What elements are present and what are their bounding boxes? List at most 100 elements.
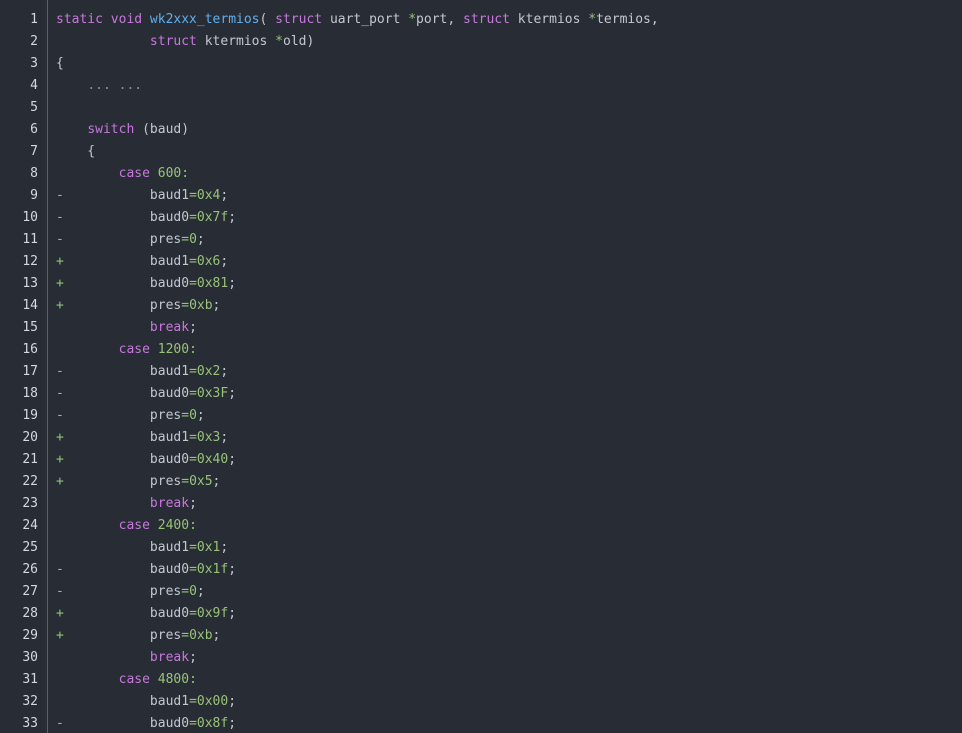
code-line[interactable]: 2 struct ktermios *old) — [0, 31, 962, 53]
code-token: baud0 — [63, 386, 190, 401]
line-number: 24 — [22, 518, 38, 533]
code-token: pres — [63, 298, 182, 313]
code-text: - pres=0; — [56, 581, 205, 603]
code-line[interactable]: 8 case 600: — [0, 163, 962, 185]
code-token: baud0 — [63, 716, 190, 731]
code-text: - pres=0; — [56, 229, 205, 251]
code-editor[interactable]: 1 static void wk2xxx_termios( struct uart… — [0, 0, 962, 733]
code-text: case 1200: — [56, 339, 197, 361]
code-line[interactable]: 12 + baud1=0x6; — [0, 251, 962, 273]
code-line[interactable]: 31 case 4800: — [0, 669, 962, 691]
line-number: 30 — [22, 650, 38, 665]
code-line[interactable]: 10 - baud0=0x7f; — [0, 207, 962, 229]
code-text: case 2400: — [56, 515, 197, 537]
code-line[interactable]: 15 break; — [0, 317, 962, 339]
code-token: ; — [196, 232, 205, 247]
code-text: + pres=0xb; — [56, 295, 220, 317]
code-token: = — [181, 628, 190, 643]
code-text: + baud1=0x6; — [56, 251, 228, 273]
code-token: = — [189, 364, 197, 379]
code-line[interactable]: 24 case 2400: — [0, 515, 962, 537]
code-line[interactable]: 19 - pres=0; — [0, 405, 962, 427]
code-token: * — [588, 12, 597, 27]
code-line[interactable]: 9 - baud1=0x4; — [0, 185, 962, 207]
line-number: 25 — [22, 540, 38, 555]
line-number: 19 — [22, 408, 38, 423]
code-token: baud1 — [63, 254, 190, 269]
code-token: 0x8f — [196, 716, 229, 731]
code-line[interactable]: 28 + baud0=0x9f; — [0, 603, 962, 625]
code-line[interactable]: 30 break; — [0, 647, 962, 669]
line-number: 9 — [30, 188, 38, 203]
code-line[interactable]: 26 - baud0=0x1f; — [0, 559, 962, 581]
code-line[interactable]: 1 static void wk2xxx_termios( struct uart… — [0, 9, 962, 31]
code-token: { — [56, 56, 64, 71]
code-line[interactable]: 22 + pres=0x5; — [0, 471, 962, 493]
code-line[interactable]: 20 + baud1=0x3; — [0, 427, 962, 449]
code-token: ; — [228, 606, 237, 621]
diff-marker: + — [56, 628, 64, 643]
code-token: : — [189, 342, 197, 357]
code-token: pres — [63, 232, 182, 247]
code-line[interactable]: 3{ — [0, 53, 962, 75]
code-text: + baud0=0x9f; — [56, 603, 236, 625]
line-number: 16 — [22, 342, 38, 357]
code-token: static void — [56, 12, 150, 27]
line-number: 33 — [22, 716, 38, 731]
code-line[interactable]: 7 { — [0, 141, 962, 163]
code-line[interactable]: 5 — [0, 97, 962, 119]
code-line[interactable]: 23 break; — [0, 493, 962, 515]
code-line[interactable]: 14 + pres=0xb; — [0, 295, 962, 317]
code-token: pres — [63, 408, 182, 423]
code-line[interactable]: 27 - pres=0; — [0, 581, 962, 603]
code-token: 0 — [189, 408, 197, 423]
code-line[interactable]: 29 + pres=0xb; — [0, 625, 962, 647]
code-line[interactable]: 17 - baud1=0x2; — [0, 361, 962, 383]
code-token: = — [189, 276, 197, 291]
code-line[interactable]: 4 ... ... — [0, 75, 962, 97]
code-line[interactable]: 32 baud1=0x00; — [0, 691, 962, 713]
code-token: * — [275, 34, 283, 49]
code-token: ( — [259, 12, 276, 27]
code-token: baud1 — [56, 540, 190, 555]
code-token: pres — [63, 628, 182, 643]
code-line[interactable]: 33 - baud0=0x8f; — [0, 713, 962, 733]
code-text: static void wk2xxx_termios( struct uart_… — [56, 9, 659, 31]
line-number: 22 — [22, 474, 38, 489]
code-line[interactable]: 21 + baud0=0x40; — [0, 449, 962, 471]
code-token: ; — [228, 210, 237, 225]
code-token: struct — [275, 12, 323, 27]
line-number: 4 — [30, 78, 38, 93]
code-text: break; — [56, 317, 197, 339]
code-text: + baud1=0x3; — [56, 427, 228, 449]
line-number: 13 — [22, 276, 38, 291]
line-number: 3 — [30, 56, 38, 71]
code-line[interactable]: 18 - baud0=0x3F; — [0, 383, 962, 405]
code-token: ; — [212, 628, 221, 643]
code-token: 4800 — [157, 672, 190, 687]
code-token: = — [189, 188, 197, 203]
code-text: - baud0=0x3F; — [56, 383, 236, 405]
code-token: = — [189, 430, 197, 445]
code-lines: 1 static void wk2xxx_termios( struct uart… — [0, 9, 962, 733]
code-line[interactable]: 13 + baud0=0x81; — [0, 273, 962, 295]
code-token: 0x7f — [196, 210, 229, 225]
code-line[interactable]: 6 switch (baud) — [0, 119, 962, 141]
code-token: old) — [283, 34, 315, 49]
line-number: 14 — [22, 298, 38, 313]
code-line[interactable]: 25 baud1=0x1; — [0, 537, 962, 559]
code-token: baud0 — [63, 562, 190, 577]
code-line[interactable]: 11 - pres=0; — [0, 229, 962, 251]
code-token: = — [181, 408, 190, 423]
code-text: struct ktermios *old) — [56, 31, 314, 53]
code-token: case — [118, 342, 150, 357]
code-line[interactable]: 16 case 1200: — [0, 339, 962, 361]
code-text: + pres=0x5; — [56, 471, 220, 493]
code-token: uart_port — [322, 12, 409, 27]
